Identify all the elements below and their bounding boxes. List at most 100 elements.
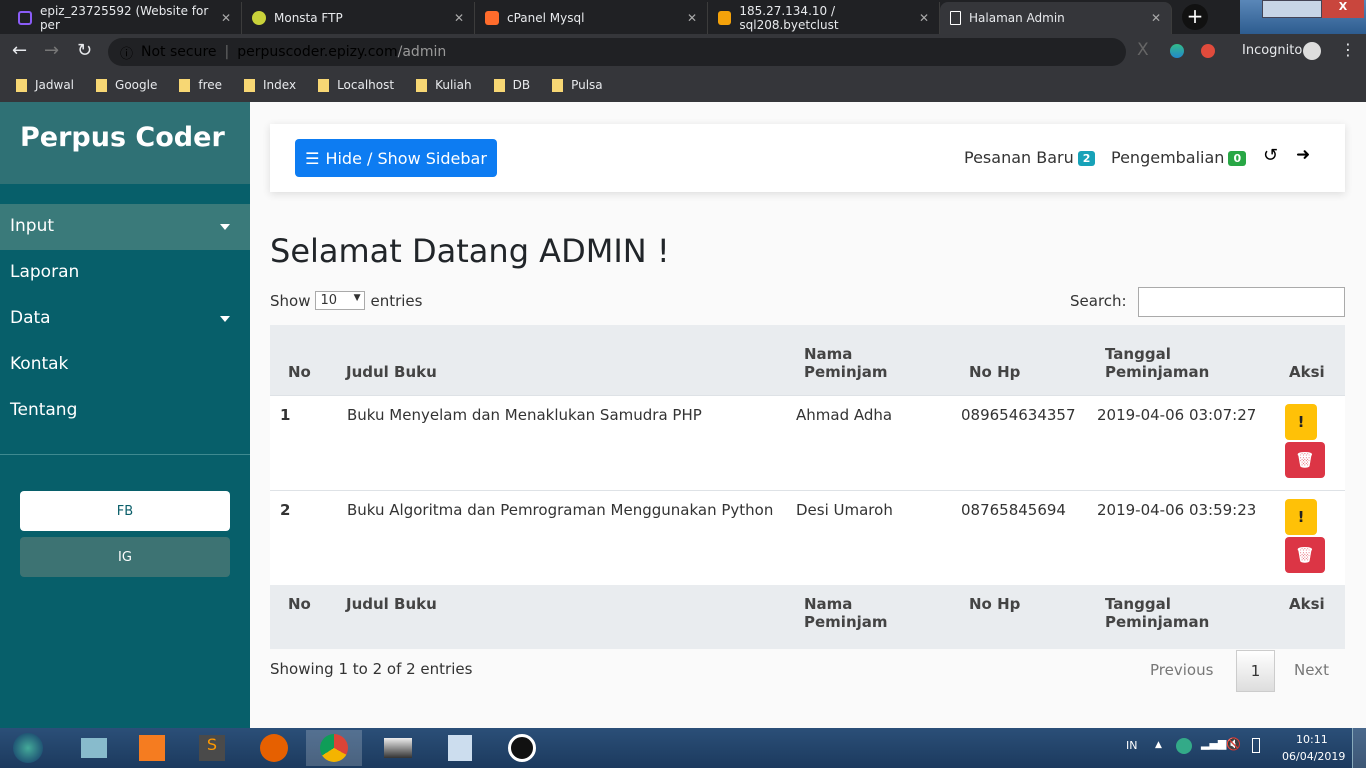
trash-icon: 🗑 <box>1295 450 1315 469</box>
close-tab-icon[interactable]: ✕ <box>687 11 697 25</box>
incognito-label: Incognito <box>1242 43 1303 58</box>
trash-icon: 🗑 <box>1295 545 1315 564</box>
table-cell: ! 🗑 <box>1275 394 1345 490</box>
table-cell: ! 🗑 <box>1275 489 1345 585</box>
bookmark-jadwal[interactable]: Jadwal <box>16 78 74 92</box>
table-cell: Buku Algoritma dan Pemrograman Menggunak… <box>337 489 786 585</box>
bookmark-google[interactable]: Google <box>96 78 157 92</box>
sidebar-item-data[interactable]: Data <box>0 296 250 342</box>
screenshot-extension-icon[interactable] <box>1201 44 1215 58</box>
close-tab-icon[interactable]: ✕ <box>454 11 464 25</box>
tab-monsta[interactable]: Monsta FTP ✕ <box>242 2 475 34</box>
battery-icon[interactable] <box>1252 738 1260 753</box>
idm-tray-icon[interactable] <box>1176 738 1192 754</box>
back-icon[interactable]: ← <box>12 40 27 61</box>
close-window-button[interactable]: X <box>1322 0 1364 18</box>
folder-icon <box>416 78 428 92</box>
reload-icon[interactable]: ↻ <box>77 40 92 61</box>
volume-muted-icon[interactable]: 🔇 <box>1226 737 1241 751</box>
windows-taskbar: S IN ▲ ▂▄▆ 🔇 10:11 06/04/2019 <box>0 728 1366 768</box>
next-button[interactable]: Next <box>1294 661 1329 679</box>
start-button[interactable] <box>0 730 56 766</box>
phpmyadmin-icon <box>718 11 732 25</box>
close-tab-icon[interactable]: ✕ <box>919 11 929 25</box>
folder-icon <box>318 78 330 92</box>
fb-button[interactable]: FB <box>20 491 230 531</box>
forward-icon[interactable]: → <box>44 40 59 61</box>
tray-arrow-icon[interactable]: ▲ <box>1155 740 1162 750</box>
loans-table: No Judul Buku Nama Peminjam No Hp Tangga… <box>270 325 1345 649</box>
tab-cpanel[interactable]: cPanel Mysql ✕ <box>475 2 708 34</box>
pengembalian-link[interactable]: Pengembalian 0 <box>1111 148 1247 167</box>
show-desktop-button[interactable] <box>1352 728 1366 768</box>
col-judul[interactable]: Judul Buku <box>337 325 786 395</box>
sidebar-item-tentang[interactable]: Tentang <box>0 388 250 434</box>
clock-time[interactable]: 10:11 <box>1296 733 1328 746</box>
sidebar-item-laporan[interactable]: Laporan <box>0 250 250 296</box>
table-header: No Judul Buku Nama Peminjam No Hp Tangga… <box>270 325 1345 395</box>
col-nama[interactable]: Nama Peminjam <box>786 325 951 395</box>
folder-icon <box>16 78 27 92</box>
logout-icon[interactable]: ➜ <box>1296 145 1310 165</box>
table-cell: No <box>270 584 337 649</box>
table-cell: Aksi <box>1275 584 1345 649</box>
folder-icon <box>552 78 564 92</box>
search-input[interactable] <box>1138 287 1345 317</box>
page-1-button[interactable]: 1 <box>1236 650 1275 692</box>
toggle-sidebar-button[interactable]: ☰ Hide / Show Sidebar <box>295 139 497 177</box>
col-aksi[interactable]: Aksi <box>1275 325 1345 395</box>
pesanan-baru-link[interactable]: Pesanan Baru 2 <box>964 148 1096 167</box>
warning-button[interactable]: ! <box>1285 403 1317 440</box>
col-no[interactable]: No <box>270 325 337 395</box>
sidebar-item-input[interactable]: Input <box>0 204 250 250</box>
ig-button[interactable]: IG <box>20 537 230 577</box>
taskbar-app[interactable] <box>370 730 426 766</box>
tab-epiz[interactable]: epiz_23725592 (Website for per ✕ <box>8 2 242 34</box>
extension-x-icon[interactable]: X <box>1137 40 1149 60</box>
idm-extension-icon[interactable] <box>1170 44 1184 58</box>
tab-phpmyadmin[interactable]: 185.27.134.10 / sql208.byetclust ✕ <box>708 2 940 34</box>
align-left-icon: ☰ <box>305 148 320 168</box>
bookmark-free[interactable]: free <box>179 78 222 92</box>
table-cell: Judul Buku <box>337 584 786 649</box>
incognito-icon[interactable] <box>1303 42 1321 60</box>
taskbar-notes[interactable] <box>432 730 488 766</box>
entries-select[interactable]: 10 ▼ <box>315 291 366 310</box>
undo-icon[interactable]: ↺ <box>1263 145 1278 166</box>
monsta-icon <box>252 11 266 25</box>
tab-halaman-admin[interactable]: Halaman Admin ✕ <box>940 2 1172 34</box>
warning-button[interactable]: ! <box>1285 498 1317 535</box>
signal-icon[interactable]: ▂▄▆ <box>1201 737 1226 750</box>
bookmark-db[interactable]: DB <box>493 78 530 92</box>
bookmark-kuliah[interactable]: Kuliah <box>416 78 472 92</box>
new-tab-button[interactable]: + <box>1182 4 1208 30</box>
close-tab-icon[interactable]: ✕ <box>1151 11 1161 25</box>
bookmark-localhost[interactable]: Localhost <box>318 78 394 92</box>
clock-date[interactable]: 06/04/2019 <box>1282 750 1345 763</box>
taskbar-chrome[interactable] <box>306 730 362 766</box>
bookmark-index[interactable]: Index <box>244 78 296 92</box>
delete-button[interactable]: 🗑 <box>1285 536 1325 573</box>
menu-icon[interactable]: ⋮ <box>1340 40 1356 59</box>
taskbar-sublime[interactable]: S <box>184 730 240 766</box>
folder-icon <box>244 78 256 92</box>
minimize-maximize-buttons[interactable] <box>1262 0 1322 18</box>
taskbar-computer[interactable] <box>66 730 122 766</box>
delete-button[interactable]: 🗑 <box>1285 441 1325 478</box>
language-indicator[interactable]: IN <box>1126 739 1137 752</box>
col-nohp[interactable]: No Hp <box>951 325 1087 395</box>
address-bar[interactable]: ⓘ Not secure | perpuscoder.epizy.com/adm… <box>108 38 1126 66</box>
close-tab-icon[interactable]: ✕ <box>221 11 231 25</box>
url-path: /admin <box>397 44 447 60</box>
sidebar-item-kontak[interactable]: Kontak <box>0 342 250 388</box>
col-tanggal[interactable]: Tanggal Peminjaman <box>1087 325 1275 395</box>
taskbar-xampp[interactable] <box>124 730 180 766</box>
taskbar-recorder[interactable] <box>494 730 550 766</box>
bookmark-pulsa[interactable]: Pulsa <box>552 78 603 92</box>
taskbar-firefox[interactable] <box>246 730 302 766</box>
table-row: 2 Buku Algoritma dan Pemrograman Mengguna… <box>270 489 1345 585</box>
tab-title: epiz_23725592 (Website for per <box>39 4 209 32</box>
previous-button[interactable]: Previous <box>1150 661 1213 679</box>
pengembalian-badge: 0 <box>1228 151 1247 166</box>
info-icon: ⓘ <box>120 46 134 62</box>
